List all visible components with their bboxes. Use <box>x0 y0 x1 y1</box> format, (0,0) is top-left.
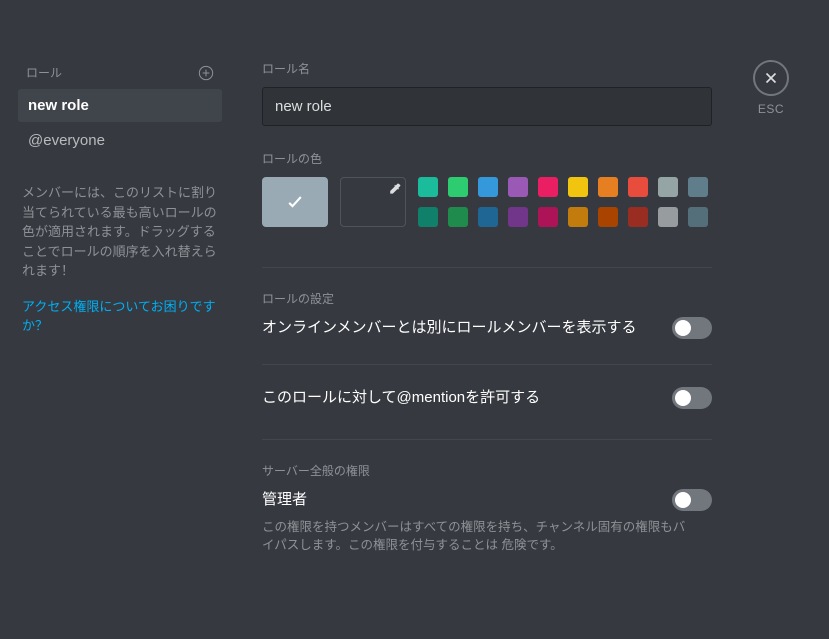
sidebar-note: メンバーには、このリストに割り当てられている最も高いロールの色が適用されます。ド… <box>18 183 222 281</box>
sidebar-role-item[interactable]: new role <box>18 89 222 122</box>
role-color-label: ロールの色 <box>262 150 692 167</box>
setting-title: このロールに対して@mentionを許可する <box>262 387 540 410</box>
color-swatch[interactable] <box>508 177 528 197</box>
close-button[interactable]: ESC <box>753 60 789 116</box>
color-swatch[interactable] <box>568 177 588 197</box>
close-icon <box>753 60 789 96</box>
color-swatch[interactable] <box>598 207 618 227</box>
color-swatch[interactable] <box>688 177 708 197</box>
custom-color-swatch[interactable] <box>340 177 406 227</box>
roles-sidebar: ロール new role@everyone メンバーには、このリストに割り当てら… <box>0 60 232 639</box>
add-role-icon[interactable] <box>198 65 214 81</box>
color-swatch[interactable] <box>628 177 648 197</box>
role-settings-label: ロールの設定 <box>262 290 692 307</box>
eyedropper-icon <box>387 182 401 196</box>
close-label: ESC <box>753 102 789 116</box>
color-swatch[interactable] <box>568 207 588 227</box>
color-swatch[interactable] <box>538 177 558 197</box>
sidebar-role-item[interactable]: @everyone <box>18 124 222 157</box>
role-name-input[interactable] <box>262 87 712 126</box>
allow-mention-toggle[interactable] <box>672 387 712 409</box>
color-swatch[interactable] <box>538 207 558 227</box>
color-swatch[interactable] <box>478 207 498 227</box>
color-swatch[interactable] <box>418 207 438 227</box>
color-swatch[interactable] <box>688 207 708 227</box>
perm-title: 管理者 <box>262 489 307 512</box>
color-swatch[interactable] <box>448 177 468 197</box>
administrator-toggle[interactable] <box>672 489 712 511</box>
color-swatch[interactable] <box>628 207 648 227</box>
role-editor-main: ロール名 ロールの色 ロールの設定 オンラインメンバーとは別にロールメンバーを表… <box>232 60 712 639</box>
color-swatch[interactable] <box>478 177 498 197</box>
permissions-help-link[interactable]: アクセス権限についてお困りですか？ <box>18 297 222 336</box>
role-name-label: ロール名 <box>262 60 692 77</box>
perm-desc: この権限を持つメンバーはすべての権限を持ち、チャンネル固有の権限もバイパスします… <box>262 518 692 556</box>
color-swatch[interactable] <box>418 177 438 197</box>
display-separately-toggle[interactable] <box>672 317 712 339</box>
default-color-swatch[interactable] <box>262 177 328 227</box>
setting-title: オンラインメンバーとは別にロールメンバーを表示する <box>262 317 637 340</box>
sidebar-heading: ロール <box>26 64 62 81</box>
general-perms-label: サーバー全般の権限 <box>262 462 692 479</box>
color-swatch[interactable] <box>658 207 678 227</box>
check-icon <box>285 192 305 212</box>
color-swatch[interactable] <box>448 207 468 227</box>
color-swatch[interactable] <box>658 177 678 197</box>
color-swatch[interactable] <box>598 177 618 197</box>
color-swatch[interactable] <box>508 207 528 227</box>
